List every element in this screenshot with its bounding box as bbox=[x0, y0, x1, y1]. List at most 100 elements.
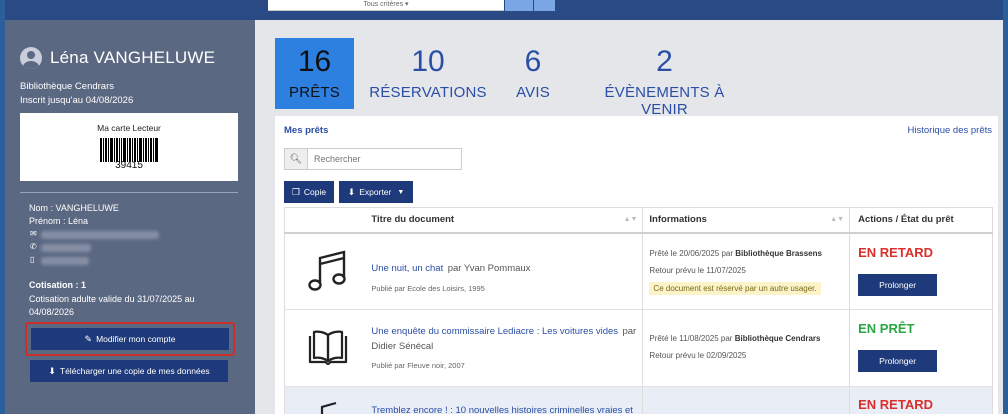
card-number: 39415 bbox=[115, 160, 143, 171]
top-bar: Tous critères ▾ bbox=[5, 0, 1003, 20]
export-label: Exporter bbox=[359, 187, 392, 197]
tab-reservations[interactable]: 10 RÉSERVATIONS bbox=[368, 38, 488, 109]
reader-card: Ma carte Lecteur 39415 bbox=[20, 113, 238, 181]
loans-panel: Mes prêts Historique des prêts 🔍︎ ❐ Copi… bbox=[275, 116, 998, 414]
header-title-label: Titre du document bbox=[371, 214, 455, 226]
search-input[interactable] bbox=[308, 149, 458, 169]
mobile-icon: ▯ bbox=[30, 255, 35, 264]
library-name: Bibliothèque Cendrars bbox=[20, 81, 115, 92]
criteria-select[interactable]: Tous critères ▾ bbox=[268, 0, 504, 11]
doc-info-cell: Prêté le 11/08/2025 par Bibliothèque Cen… bbox=[642, 309, 850, 387]
lent-date: Prêté le 11/08/2025 par bbox=[649, 334, 733, 343]
edit-icon: ✎ bbox=[84, 333, 93, 344]
doc-publisher: Publié par Ecole des Loisirs, 1995 bbox=[371, 283, 485, 293]
modify-account-highlight: ✎ Modifier mon compte bbox=[25, 322, 235, 356]
copy-label: Copie bbox=[303, 187, 327, 197]
advanced-search-button[interactable] bbox=[534, 0, 555, 11]
doc-icon-cell bbox=[284, 309, 372, 387]
search-icon: 🔍︎ bbox=[285, 149, 308, 169]
modify-account-button[interactable]: ✎ Modifier mon compte bbox=[31, 328, 229, 350]
tab-evenements-count: 2 bbox=[656, 45, 673, 78]
header-informations-label: Informations bbox=[649, 214, 707, 226]
sidebar-divider bbox=[20, 192, 238, 193]
prolong-button[interactable]: Prolonger bbox=[858, 273, 938, 296]
tab-prets-count: 16 bbox=[297, 45, 332, 78]
reserved-notice: Ce document est réservé par un autre usa… bbox=[649, 281, 821, 295]
status-badge: EN RETARD bbox=[858, 397, 933, 412]
search-submit-button[interactable] bbox=[505, 0, 533, 11]
caret-down-icon: ▼ bbox=[397, 188, 405, 196]
tab-reservations-label: RÉSERVATIONS bbox=[369, 84, 487, 101]
panel-title: Mes prêts bbox=[284, 125, 329, 136]
doc-action-cell: EN PRÊT Prolonger bbox=[849, 309, 993, 387]
download-icon: ⬇ bbox=[48, 365, 56, 376]
header-actions: Actions / État du prêt bbox=[849, 207, 993, 234]
cotisation-text: Cotisation adulte valide du 31/07/2025 a… bbox=[29, 294, 195, 317]
tab-evenements[interactable]: 2 ÉVÈNEMENTS À VENIR bbox=[583, 38, 746, 119]
doc-title-cell: Une nuit, un chat par Yvan Pommaux Publi… bbox=[371, 232, 643, 310]
tab-avis[interactable]: 6 AVIS bbox=[509, 38, 557, 109]
download-icon: ⬇ bbox=[347, 186, 356, 197]
phone-icon: ✆ bbox=[30, 242, 37, 251]
email-icon: ✉ bbox=[30, 229, 37, 238]
app-window: Tous critères ▾ Léna VANGHELUWE Biblioth… bbox=[5, 0, 1003, 414]
tab-avis-label: AVIS bbox=[516, 84, 550, 101]
lent-library: Bibliothèque Cendrars bbox=[734, 334, 821, 343]
return-date: Retour prévu le 02/09/2025 bbox=[649, 351, 747, 360]
tab-avis-count: 6 bbox=[524, 45, 542, 78]
user-avatar-icon bbox=[20, 47, 42, 69]
header-icon-column bbox=[284, 207, 372, 234]
phone-redacted bbox=[41, 244, 91, 252]
cotisation-title: Cotisation : 1 bbox=[29, 280, 87, 290]
table-header: Titre du document ▲▼ Informations ▲▼ Actio… bbox=[284, 207, 993, 234]
doc-info-cell: Prêté le 20/06/2025 par Bibliothèque Bra… bbox=[642, 232, 850, 310]
doc-title-cell: Tremblez encore ! : 10 nouvelles histoir… bbox=[371, 386, 643, 414]
doc-publisher: Publié par Fleuve noir, 2007 bbox=[371, 361, 465, 370]
table-row: Tremblez encore ! : 10 nouvelles histoir… bbox=[284, 386, 993, 414]
account-sidebar: Léna VANGHELUWE Bibliothèque Cendrars In… bbox=[5, 20, 255, 414]
user-header: Léna VANGHELUWE bbox=[20, 47, 215, 69]
tab-prets[interactable]: 16 PRÊTS bbox=[275, 38, 354, 109]
header-informations[interactable]: Informations ▲▼ bbox=[642, 207, 850, 234]
header-actions-label: Actions / État du prêt bbox=[858, 214, 954, 226]
user-name: Léna VANGHELUWE bbox=[50, 48, 216, 67]
sort-icon: ▲▼ bbox=[623, 216, 638, 223]
doc-author: par Yvan Pommaux bbox=[447, 262, 531, 274]
export-button[interactable]: ⬇ Exporter ▼ bbox=[339, 181, 413, 203]
copy-button[interactable]: ❐ Copie bbox=[284, 181, 334, 203]
tab-evenements-label: ÉVÈNEMENTS À VENIR bbox=[604, 84, 725, 118]
loans-table: Titre du document ▲▼ Informations ▲▼ Actio… bbox=[284, 207, 993, 414]
copy-icon: ❐ bbox=[291, 186, 300, 197]
doc-icon-cell bbox=[284, 386, 372, 414]
doc-action-cell: EN RETARD Prolonger bbox=[849, 232, 993, 310]
prolong-button[interactable]: Prolonger bbox=[858, 350, 938, 372]
last-name: Nom : VANGHELUWE bbox=[29, 203, 119, 213]
table-row: Une enquête du commissaire Lediacre : Le… bbox=[284, 309, 993, 387]
barcode-image bbox=[100, 138, 158, 162]
mobile-redacted bbox=[41, 257, 89, 265]
loan-history-link[interactable]: Historique des prêts bbox=[908, 125, 992, 136]
doc-title-link[interactable]: Une enquête du commissaire Lediacre : Le… bbox=[371, 326, 618, 337]
first-name: Prénom : Léna bbox=[29, 216, 89, 226]
table-row: Une nuit, un chat par Yvan Pommaux Publi… bbox=[284, 232, 993, 310]
search-box: 🔍︎ bbox=[284, 148, 462, 170]
lent-library: Bibliothèque Brassens bbox=[735, 248, 822, 258]
header-title[interactable]: Titre du document ▲▼ bbox=[371, 207, 643, 234]
doc-title-link[interactable]: Une nuit, un chat bbox=[371, 263, 443, 274]
music-icon bbox=[321, 401, 337, 414]
doc-icon-cell bbox=[284, 232, 372, 310]
sort-icon: ▲▼ bbox=[830, 216, 845, 223]
return-date: Retour prévu le 11/07/2025 bbox=[649, 265, 746, 275]
email-redacted bbox=[41, 231, 159, 239]
tab-reservations-count: 10 bbox=[411, 45, 445, 78]
doc-title-cell: Une enquête du commissaire Lediacre : Le… bbox=[371, 309, 643, 387]
criteria-select-label: Tous critères bbox=[363, 1, 404, 8]
download-data-button[interactable]: ⬇ Télécharger une copie de mes données bbox=[30, 360, 228, 382]
music-icon bbox=[308, 249, 346, 291]
download-data-label: Télécharger une copie de mes données bbox=[59, 366, 210, 376]
tab-prets-label: PRÊTS bbox=[288, 84, 340, 101]
status-badge: EN PRÊT bbox=[858, 321, 915, 336]
modify-account-label: Modifier mon compte bbox=[96, 334, 176, 344]
book-icon bbox=[309, 330, 348, 366]
doc-title-link[interactable]: Tremblez encore ! : 10 nouvelles histoir… bbox=[371, 405, 633, 414]
